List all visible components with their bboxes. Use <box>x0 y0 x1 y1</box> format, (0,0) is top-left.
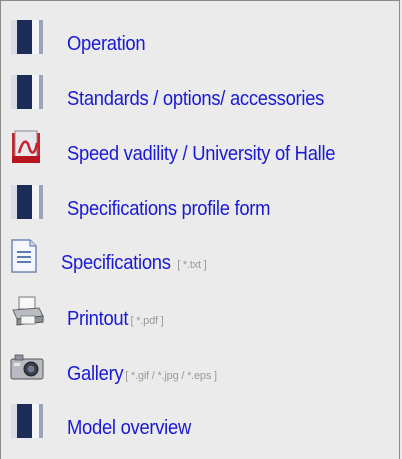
link-label: Standards / options/ accessories <box>67 88 325 110</box>
doc-icon <box>9 184 49 220</box>
file-type-hint: [ *.pdf ] <box>130 315 164 327</box>
link-gallery[interactable]: Gallery [ *.gif / *.jpg / *.eps ] <box>9 349 217 385</box>
link-label: Model overview <box>67 417 191 439</box>
link-specifications-profile-form[interactable]: Specifications profile form <box>9 184 288 220</box>
link-label: Specifications profile form <box>67 198 271 220</box>
doc-icon <box>9 19 49 55</box>
file-type-hint: [ *.txt ] <box>177 259 207 271</box>
file-type-hint: [ *.gif / *.jpg / *.eps ] <box>125 370 217 382</box>
link-operation[interactable]: Operation <box>9 19 152 55</box>
link-label: Gallery <box>67 363 124 385</box>
link-specifications-txt[interactable]: Specifications [ *.txt ] <box>9 238 207 274</box>
link-speed-vadility[interactable]: Speed vadility / University of Halle <box>9 129 359 165</box>
link-label: Speed vadility / University of Halle <box>67 143 336 165</box>
link-standards-options-accessories[interactable]: Standards / options/ accessories <box>9 74 346 110</box>
doc-icon <box>9 403 49 439</box>
camera-icon <box>9 349 49 385</box>
link-label: Specifications <box>61 252 171 274</box>
link-label: Operation <box>67 33 146 55</box>
link-model-overview[interactable]: Model overview <box>9 403 202 439</box>
pdf-icon <box>9 129 49 165</box>
link-label: Printout <box>67 308 129 330</box>
link-printout[interactable]: Printout [ *.pdf ] <box>9 294 164 330</box>
doc-icon <box>9 74 49 110</box>
printer-icon <box>9 294 49 330</box>
download-links-panel: Operation Standards / options/ accessori… <box>0 0 400 459</box>
text-file-icon <box>9 238 45 274</box>
